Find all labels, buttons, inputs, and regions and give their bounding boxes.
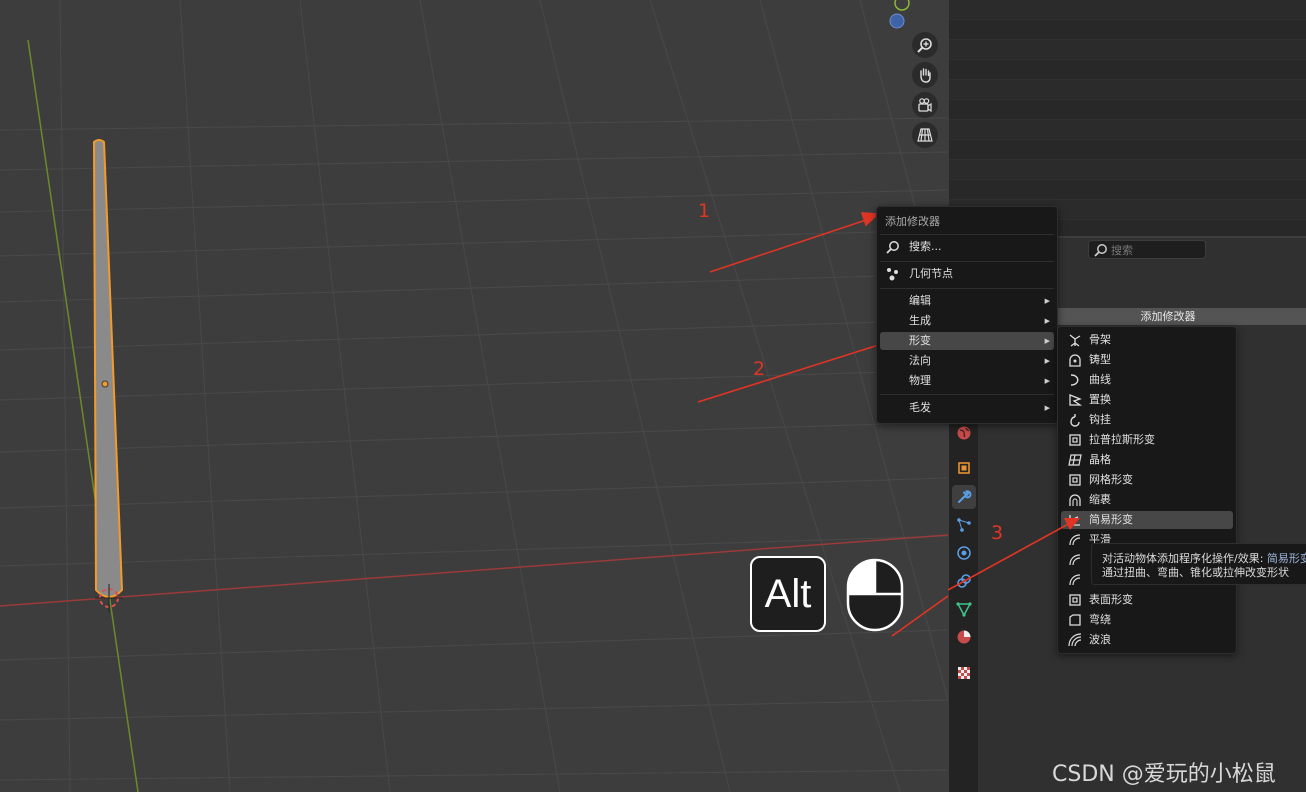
- watermark: CSDN @爱玩的小松鼠: [1052, 762, 1276, 787]
- viewport-grid: [0, 0, 948, 792]
- geometry-nodes-icon: [887, 268, 898, 281]
- annotation-step-1: 1: [698, 200, 711, 222]
- 3d-viewport[interactable]: 1 2 Alt: [0, 0, 948, 792]
- pan-hand-icon[interactable]: [912, 62, 938, 88]
- menu-item-deform[interactable]: 形变 ▶: [880, 332, 1054, 350]
- submenu-item-warp[interactable]: 弯绕: [1061, 611, 1233, 629]
- submenu-arrow-icon: ▶: [1044, 337, 1050, 345]
- submenu-item-cast[interactable]: 铸型: [1061, 351, 1233, 369]
- submenu-item-hook[interactable]: 钩挂: [1061, 411, 1233, 429]
- menu-item-edit[interactable]: 编辑 ▶: [880, 292, 1054, 310]
- menu-item-geometry-nodes[interactable]: 几何节点: [880, 265, 1054, 283]
- world-tab-icon[interactable]: [952, 421, 976, 445]
- submenu-item-displace[interactable]: 置换: [1061, 391, 1233, 409]
- object-tab-icon[interactable]: [952, 456, 976, 480]
- submenu-arrow-icon: ▶: [1044, 377, 1050, 385]
- submenu-item-mesh-deform[interactable]: 网格形变: [1061, 471, 1233, 489]
- menu-item-generate[interactable]: 生成 ▶: [880, 312, 1054, 330]
- menu-search[interactable]: 搜索...: [880, 238, 1054, 256]
- texture-tab-icon[interactable]: [952, 661, 976, 685]
- alt-key-hint: Alt: [750, 556, 826, 632]
- submenu-arrow-icon: ▶: [1044, 297, 1050, 305]
- menu-item-hair[interactable]: 毛发 ▶: [880, 399, 1054, 417]
- add-modifier-button[interactable]: 添加修改器: [1030, 308, 1306, 325]
- simple-deform-tooltip: 对活动物体添加程序化操作/效果: 简易形变 通过扭曲、弯曲、锥化或拉伸改变形状: [1091, 543, 1306, 585]
- camera-icon[interactable]: [912, 92, 938, 118]
- submenu-item-laplacian-deform[interactable]: 拉普拉斯形变: [1061, 431, 1233, 449]
- annotation-step-2: 2: [753, 358, 766, 380]
- hook-icon: [1070, 414, 1080, 427]
- perspective-grid-icon[interactable]: [912, 122, 938, 148]
- wave-icon: [1068, 633, 1082, 647]
- annotation-arrow-3: [947, 518, 1080, 591]
- add-modifier-menu: 添加修改器 搜索... 几何节点 编辑 ▶ 生成 ▶ 形变 ▶ 法向 ▶ 物理 ▶ 毛发 ▶: [876, 206, 1058, 424]
- axis-gizmo[interactable]: [884, 0, 918, 32]
- mesh-deform-icon: [1069, 474, 1081, 486]
- displace-icon: [1069, 394, 1082, 406]
- submenu-arrow-icon: ▶: [1044, 357, 1050, 365]
- submenu-item-curve[interactable]: 曲线: [1061, 371, 1233, 389]
- laplacian-icon: [1069, 434, 1081, 446]
- menu-item-normals[interactable]: 法向 ▶: [880, 352, 1054, 370]
- cast-icon: [1069, 354, 1081, 367]
- search-icon: [1094, 244, 1107, 257]
- curve-icon: [1070, 374, 1079, 386]
- submenu-item-wave[interactable]: 波浪: [1061, 631, 1233, 649]
- mouse-left-click-icon: [846, 558, 904, 632]
- warp-icon: [1069, 614, 1081, 626]
- search-icon: [886, 241, 899, 254]
- submenu-item-armature[interactable]: 骨架: [1061, 331, 1233, 349]
- submenu-arrow-icon: ▶: [1044, 404, 1050, 412]
- outliner-panel[interactable]: [949, 0, 1306, 240]
- material-tab-icon[interactable]: [952, 625, 976, 649]
- search-placeholder: 搜索: [1111, 244, 1133, 257]
- armature-icon: [1069, 334, 1081, 347]
- submenu-arrow-icon: ▶: [1044, 317, 1050, 325]
- zoom-icon[interactable]: [912, 32, 938, 58]
- tooltip-line2: 通过扭曲、弯曲、锥化或拉伸改变形状: [1102, 566, 1289, 579]
- annotation-step-3: 3: [991, 522, 1004, 544]
- lattice-icon: [1068, 454, 1082, 466]
- submenu-item-lattice[interactable]: 晶格: [1061, 451, 1233, 469]
- properties-search-input[interactable]: 搜索: [1088, 240, 1206, 259]
- menu-title: 添加修改器: [885, 215, 940, 228]
- menu-item-physics[interactable]: 物理 ▶: [880, 372, 1054, 390]
